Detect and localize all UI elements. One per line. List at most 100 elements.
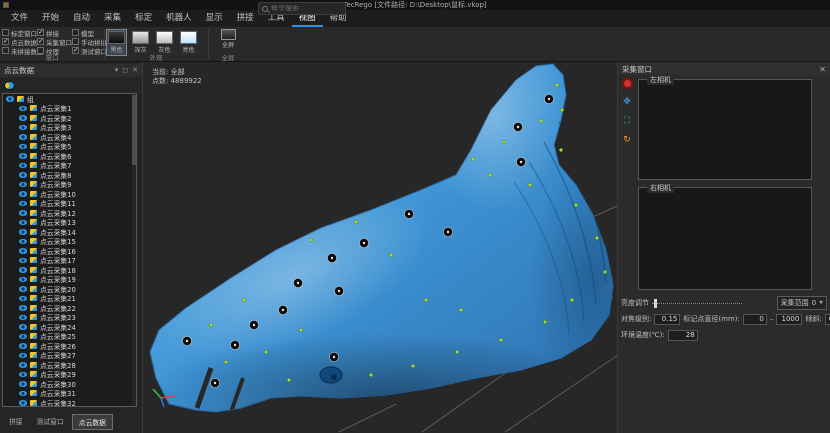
menu-item[interactable]: 机器人 [159,8,199,27]
tree-item[interactable]: 点云采集2 [3,113,136,123]
visibility-eye-icon[interactable] [19,172,27,178]
tree-item[interactable]: 点云采集16 [3,246,136,256]
visibility-eye-icon[interactable] [19,334,27,340]
checkbox-icon[interactable] [72,29,79,36]
tilt-dropdown[interactable]: 0 ▼ [825,314,830,325]
tree-item[interactable]: 点云采集31 [3,389,136,399]
visibility-eye-icon[interactable] [19,106,27,112]
menu-item[interactable]: 采集 [97,8,128,27]
tree-item[interactable]: 点云采集25 [3,332,136,342]
panel-tab[interactable]: 点云数据 [72,414,113,430]
visibility-eye-icon[interactable] [19,210,27,216]
visibility-eye-icon[interactable] [6,96,14,102]
tree-item[interactable]: 点云采集17 [3,256,136,266]
tree-item[interactable]: 点云采集30 [3,379,136,389]
tree-item[interactable]: 点云采集7 [3,161,136,171]
panel-tab[interactable]: 拼接 [3,414,29,430]
checkbox-checked-icon[interactable] [2,38,9,45]
tree-item[interactable]: 点云采集9 [3,180,136,190]
temperature-field[interactable] [668,330,698,341]
tree-item[interactable]: 点云采集26 [3,341,136,351]
checkbox-checked-icon[interactable] [37,29,44,36]
menu-item[interactable]: 文件 [4,8,35,27]
visibility-eye-icon[interactable] [19,248,27,254]
visibility-eye-icon[interactable] [19,343,27,349]
menu-item[interactable]: 开始 [35,8,66,27]
rotate-icon[interactable]: ↻ [622,135,633,146]
capture-range-dropdown[interactable]: 采集范围 0 ▼ [777,296,827,310]
visibility-eye-icon[interactable] [19,220,27,226]
tree-item[interactable]: 点云采集6 [3,151,136,161]
tree-item[interactable]: 点云采集22 [3,303,136,313]
checkbox-checked-icon[interactable] [37,38,44,45]
panel-tab[interactable]: 测试窗口 [31,414,70,430]
menu-item[interactable]: 自动 [66,8,97,27]
tree-item[interactable]: 点云采集32 [3,398,136,407]
visibility-eye-icon[interactable] [19,353,27,359]
tree-item[interactable]: 点云采集4 [3,132,136,142]
marker-diameter-max-field[interactable] [776,314,802,325]
visibility-eye-icon[interactable] [19,362,27,368]
visibility-eye-icon[interactable] [19,163,27,169]
tree-item[interactable]: 点云采集28 [3,360,136,370]
visibility-eye-icon[interactable] [19,305,27,311]
brightness-slider[interactable] [652,299,742,308]
checkbox-icon[interactable] [72,38,79,45]
search-input[interactable] [271,5,342,12]
tree-item[interactable]: 点云采集10 [3,189,136,199]
visibility-eye-icon[interactable] [19,182,27,188]
visibility-eye-icon[interactable] [19,324,27,330]
tree-scrollbar[interactable] [132,94,136,406]
show-all-icon[interactable] [4,81,15,90]
tree-item[interactable]: 点云采集8 [3,170,136,180]
tree-item[interactable]: 点云采集13 [3,218,136,228]
visibility-eye-icon[interactable] [19,400,27,406]
visibility-eye-icon[interactable] [19,381,27,387]
visibility-eye-icon[interactable] [19,239,27,245]
tree-item[interactable]: 点云采集29 [3,370,136,380]
tree-root[interactable]: 组 [3,94,136,104]
visibility-eye-icon[interactable] [19,277,27,283]
capture-panel-close-icon[interactable]: ✕ [819,65,826,74]
checkbox-icon[interactable] [2,29,9,36]
marker-diameter-min-field[interactable] [743,314,767,325]
menu-item[interactable]: 显示 [199,8,230,27]
tree-item[interactable]: 点云采集27 [3,351,136,361]
record-icon[interactable] [622,78,633,89]
visibility-eye-icon[interactable] [19,315,27,321]
visibility-eye-icon[interactable] [19,286,27,292]
visibility-eye-icon[interactable] [19,191,27,197]
tree-item[interactable]: 点云采集15 [3,237,136,247]
visibility-eye-icon[interactable] [19,296,27,302]
visibility-eye-icon[interactable] [19,144,27,150]
visibility-eye-icon[interactable] [19,201,27,207]
visibility-eye-icon[interactable] [19,258,27,264]
tree-item[interactable]: 点云采集3 [3,123,136,133]
panel-dropdown-icon[interactable]: ▾ [115,64,119,77]
tree-item[interactable]: 点云采集14 [3,227,136,237]
visibility-eye-icon[interactable] [19,391,27,397]
tree-item[interactable]: 点云采集11 [3,199,136,209]
tree-item[interactable]: 点云采集1 [3,104,136,114]
panel-close-icon[interactable]: ✕ [132,64,138,77]
visibility-eye-icon[interactable] [19,229,27,235]
panel-float-icon[interactable]: ◻ [122,64,128,77]
menu-item[interactable]: 标定 [128,8,159,27]
3d-viewport[interactable]: 当前: 全部 点数: 4889922 [144,62,617,433]
fullscreen-button[interactable]: 全屏 [221,28,236,49]
slider-thumb[interactable] [654,299,657,308]
menu-item[interactable]: 拼接 [230,8,261,27]
tree-item[interactable]: 点云采集20 [3,284,136,294]
focus-level-field[interactable] [654,314,680,325]
tree-item[interactable]: 点云采集23 [3,313,136,323]
tree-item[interactable]: 点云采集18 [3,265,136,275]
visibility-eye-icon[interactable] [19,153,27,159]
pan-icon[interactable]: ✥ [622,97,633,108]
visibility-eye-icon[interactable] [19,115,27,121]
command-search[interactable] [258,2,346,15]
visibility-eye-icon[interactable] [19,372,27,378]
tree-item[interactable]: 点云采集19 [3,275,136,285]
tree-item[interactable]: 点云采集12 [3,208,136,218]
visibility-eye-icon[interactable] [19,134,27,140]
tree-item[interactable]: 点云采集21 [3,294,136,304]
